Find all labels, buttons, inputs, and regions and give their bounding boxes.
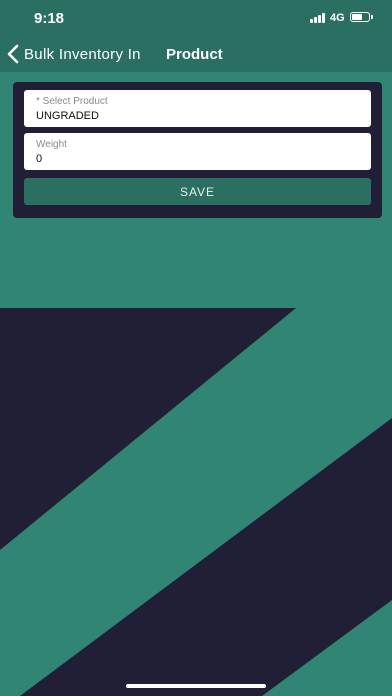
page-title: Product [166, 46, 223, 63]
back-button[interactable]: Bulk Inventory In [6, 40, 141, 68]
status-time: 9:18 [34, 10, 65, 27]
select-product-label: * Select Product [36, 96, 108, 107]
product-form-card: * Select Product UNGRADED Weight 0 SAVE [13, 82, 382, 218]
select-product-field[interactable]: * Select Product UNGRADED [24, 90, 371, 127]
network-label: 4G [330, 12, 345, 24]
weight-value: 0 [36, 153, 43, 165]
back-label: Bulk Inventory In [24, 45, 141, 63]
battery-icon [350, 12, 373, 22]
signal-icon [310, 13, 328, 23]
home-indicator[interactable] [126, 684, 266, 688]
chevron-left-icon [7, 44, 19, 64]
select-product-value: UNGRADED [36, 110, 99, 122]
save-button[interactable]: SAVE [24, 178, 371, 205]
app-screen: 9:18 4G Bulk Inventory In Product * Sele… [0, 0, 392, 696]
nav-bar: Bulk Inventory In Product [0, 36, 392, 72]
weight-field[interactable]: Weight 0 [24, 133, 371, 170]
bg-stripe-upper [0, 308, 296, 550]
weight-label: Weight [36, 139, 67, 150]
status-bar: 9:18 4G [0, 0, 392, 36]
